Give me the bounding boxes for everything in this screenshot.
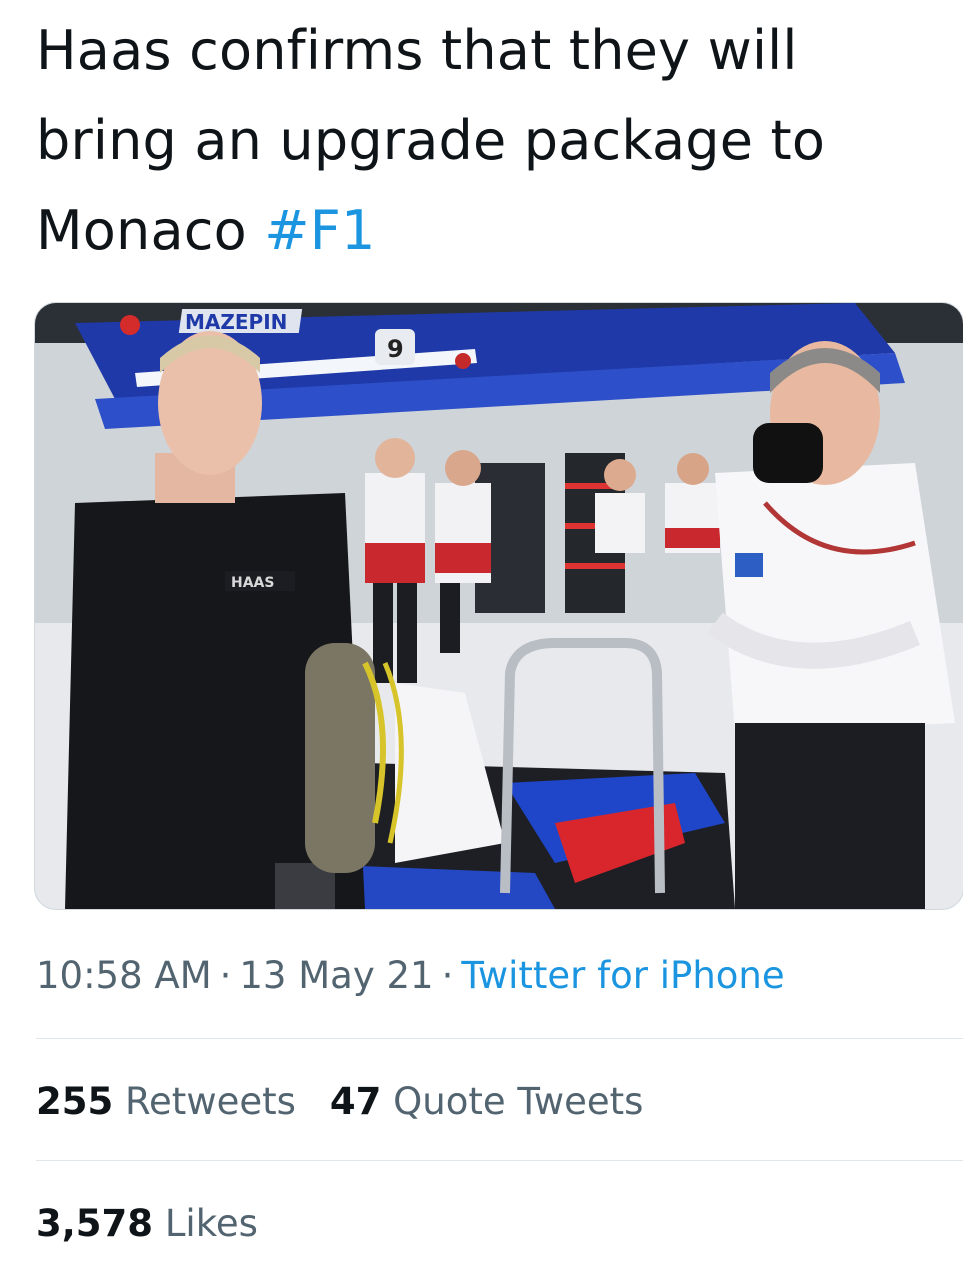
shirt-logo: HAAS [231,575,274,591]
tweet-source-link[interactable]: Twitter for iPhone [461,954,784,997]
tweet-photo[interactable]: MAZEPIN 9 HAAS [34,302,963,910]
car-number: 9 [387,335,404,363]
divider [36,1038,963,1039]
quote-tweets-label: Quote Tweets [393,1080,644,1123]
tweet-body: Haas confirms that they will bring an up… [36,19,826,262]
divider-2 [36,1160,963,1161]
retweets-stat[interactable]: 255 Retweets [36,1074,296,1130]
meta-separator: · [219,954,232,997]
photo-illustration: MAZEPIN 9 HAAS [35,303,963,909]
likes-stat[interactable]: 3,578 Likes [36,1196,258,1252]
tweet-meta: 10:58 AM · 13 May 21 · Twitter for iPhone [36,948,785,1004]
engagement-row: 255 Retweets 47 Quote Tweets [36,1074,677,1130]
meta-separator-2: · [441,954,454,997]
likes-label: Likes [164,1202,258,1245]
tweet-date[interactable]: 13 May 21 [239,954,433,997]
hashtag-link[interactable]: #F1 [264,199,375,262]
likes-count: 3,578 [36,1202,154,1245]
banner-name: MAZEPIN [185,310,287,334]
tweet-time: 10:58 AM [36,954,212,997]
quote-tweets-stat[interactable]: 47 Quote Tweets [330,1074,644,1130]
retweets-count: 255 [36,1080,114,1123]
retweets-label: Retweets [125,1080,296,1123]
tweet-text: Haas confirms that they will bring an up… [36,6,936,276]
quote-tweets-count: 47 [329,1080,382,1123]
likes-row: 3,578 Likes [36,1196,292,1252]
